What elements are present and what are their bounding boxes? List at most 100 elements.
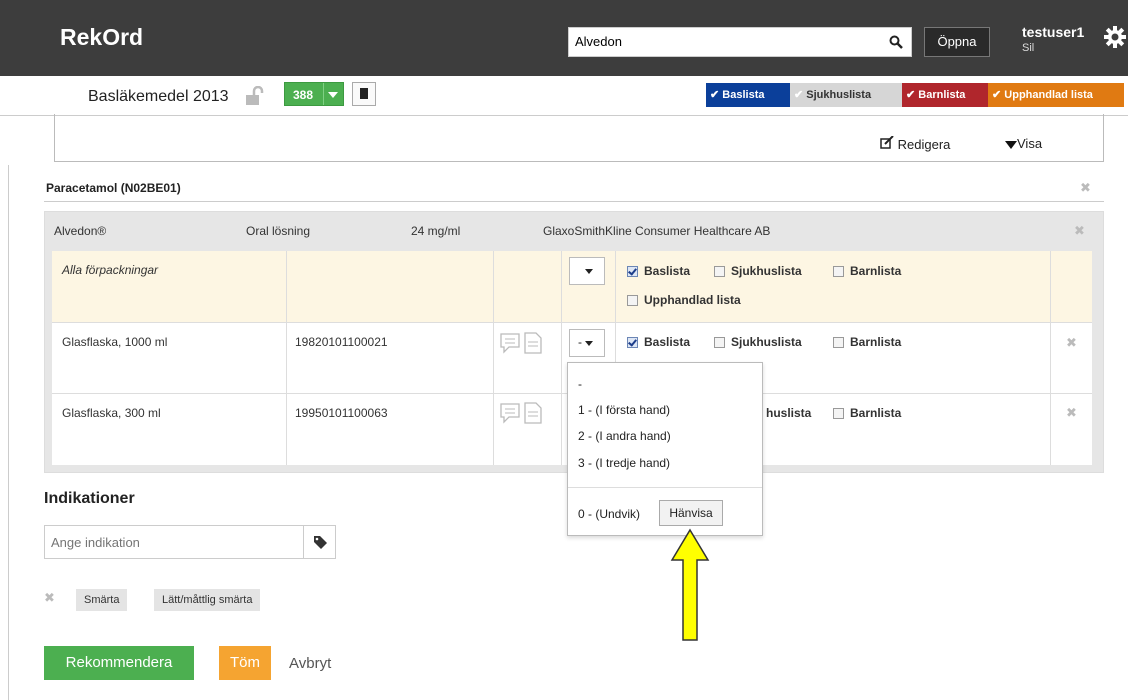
remove-icon[interactable]: ✖: [1066, 405, 1077, 421]
menu-item[interactable]: 1 - (I första hand): [578, 403, 670, 417]
user-unit: Sil: [1022, 42, 1035, 54]
menu-item[interactable]: 3 - (I tredje hand): [578, 456, 670, 470]
edit-button[interactable]: Redigera: [880, 135, 951, 152]
divider: [568, 487, 762, 488]
package-number: 19950101100063: [295, 406, 388, 420]
tab-sjukhuslista[interactable]: ✔ Sjukhuslista: [790, 83, 902, 107]
substance-title: Paracetamol (N02BE01): [46, 181, 181, 195]
caret-down-icon: [328, 92, 338, 98]
product-form: Oral lösning: [246, 224, 311, 238]
checkbox-unchecked: [833, 265, 844, 277]
close-icon[interactable]: ✖: [1080, 180, 1091, 196]
indication-chip[interactable]: Smärta: [76, 589, 128, 611]
level-select[interactable]: [569, 257, 605, 285]
cancel-link[interactable]: Avbryt: [289, 655, 331, 672]
document-button[interactable]: [352, 82, 376, 106]
checkbox-label: Baslista: [644, 335, 691, 349]
triangle-down-icon: [1005, 140, 1017, 149]
divider: [286, 251, 287, 465]
checkbox-label: Sjukhuslista: [731, 264, 802, 278]
recommend-button[interactable]: Rekommendera: [44, 646, 194, 680]
package-name: Glasflaska, 1000 ml: [62, 335, 168, 349]
checkbox-unchecked: [627, 294, 638, 306]
indication-chip[interactable]: Lätt/måttlig smärta: [154, 589, 261, 611]
checkbox-barnlista[interactable]: Barnlista: [833, 406, 901, 420]
checkbox-sjukhuslista-partial: huslista: [766, 406, 811, 420]
checkbox-label: Barnlista: [850, 335, 902, 349]
checkbox-baslista[interactable]: Baslista: [627, 335, 690, 349]
product-strength: 24 mg/ml: [411, 224, 461, 238]
divider: [323, 83, 324, 105]
product-name: Alvedon®: [54, 224, 107, 238]
view-label: Visa: [1017, 136, 1043, 151]
edit-label: Redigera: [897, 137, 951, 152]
divider: [8, 165, 9, 700]
tab-sjukhuslista-label: Sjukhuslista: [806, 89, 872, 101]
count-dropdown-button[interactable]: 388: [284, 82, 344, 106]
checkbox-sjukhuslista[interactable]: Sjukhuslista: [714, 335, 802, 349]
indications-title: Indikationer: [44, 490, 135, 507]
checkbox-sjukhuslista[interactable]: Sjukhuslista: [714, 264, 802, 278]
package-number: 19820101100021: [295, 335, 388, 349]
level-dropdown-menu: - 1 - (I första hand) 2 - (I andra hand)…: [567, 362, 763, 536]
tab-upphandlad[interactable]: ✔ Upphandlad lista: [988, 83, 1124, 107]
checkbox-label: huslista: [766, 406, 812, 420]
open-button[interactable]: Öppna: [924, 27, 990, 57]
unlock-icon[interactable]: [244, 85, 264, 109]
menu-item[interactable]: 2 - (I andra hand): [578, 429, 671, 443]
checkbox-barnlista[interactable]: Barnlista: [833, 335, 901, 349]
checkbox-baslista[interactable]: Baslista: [627, 264, 690, 278]
arrow-annotation-icon: [670, 528, 710, 647]
tab-baslista-label: Baslista: [722, 89, 765, 101]
tab-upphandlad-label: Upphandlad lista: [1004, 89, 1093, 101]
divider: [561, 251, 562, 465]
level-value: -: [578, 335, 582, 349]
remove-icon[interactable]: ✖: [1066, 335, 1077, 351]
checkbox-label: Sjukhuslista: [731, 335, 802, 349]
close-icon[interactable]: ✖: [1074, 223, 1085, 239]
search-icon[interactable]: [889, 35, 903, 52]
checkbox-unchecked: [833, 336, 844, 348]
gear-icon[interactable]: [1104, 26, 1126, 51]
checkbox-label: Barnlista: [850, 406, 902, 420]
checkbox-label: Baslista: [644, 264, 691, 278]
package-name: Glasflaska, 300 ml: [62, 406, 161, 420]
level-select[interactable]: -: [569, 329, 605, 357]
menu-item-avoid[interactable]: 0 - (Undvik): [578, 507, 640, 521]
package-name: Alla förpackningar: [62, 263, 159, 277]
substance-header: [44, 172, 1104, 202]
menu-item[interactable]: -: [578, 377, 582, 391]
checkbox-unchecked: [714, 336, 725, 348]
product-company: GlaxoSmithKline Consumer Healthcare AB: [543, 224, 771, 238]
comment-icon[interactable]: [499, 401, 545, 428]
tab-baslista[interactable]: ✔ Baslista: [706, 83, 790, 107]
divider: [493, 251, 494, 465]
checkbox-barnlista[interactable]: Barnlista: [833, 264, 901, 278]
search-input[interactable]: [575, 28, 875, 56]
indication-input[interactable]: [51, 526, 291, 558]
app-logo[interactable]: RekOrd: [60, 24, 143, 51]
indication-field: [44, 525, 336, 559]
divider: [1050, 251, 1051, 465]
checkbox-checked: [627, 265, 638, 277]
tab-barnlista[interactable]: ✔ Barnlista: [902, 83, 988, 107]
document-icon: [360, 88, 368, 99]
checkbox-label: Barnlista: [850, 264, 902, 278]
user-name[interactable]: testuser1: [1022, 24, 1084, 40]
checkbox-unchecked: [833, 407, 844, 419]
count-label: 388: [293, 88, 314, 102]
comment-icon[interactable]: [499, 331, 545, 358]
search-box: [568, 27, 912, 57]
tag-icon: [314, 536, 327, 549]
checkbox-upphandlad[interactable]: Upphandlad lista: [627, 293, 741, 307]
checkbox-checked: [627, 336, 638, 348]
caret-down-icon: [585, 341, 593, 346]
refer-button[interactable]: Hänvisa: [659, 500, 723, 526]
edit-icon: [880, 135, 894, 149]
remove-icon[interactable]: ✖: [44, 590, 55, 606]
clear-button[interactable]: Töm: [219, 646, 271, 680]
view-button[interactable]: Visa: [1005, 136, 1042, 151]
caret-down-icon: [585, 269, 593, 274]
checkbox-label: Upphandlad lista: [644, 293, 741, 307]
tag-button[interactable]: [303, 526, 336, 558]
